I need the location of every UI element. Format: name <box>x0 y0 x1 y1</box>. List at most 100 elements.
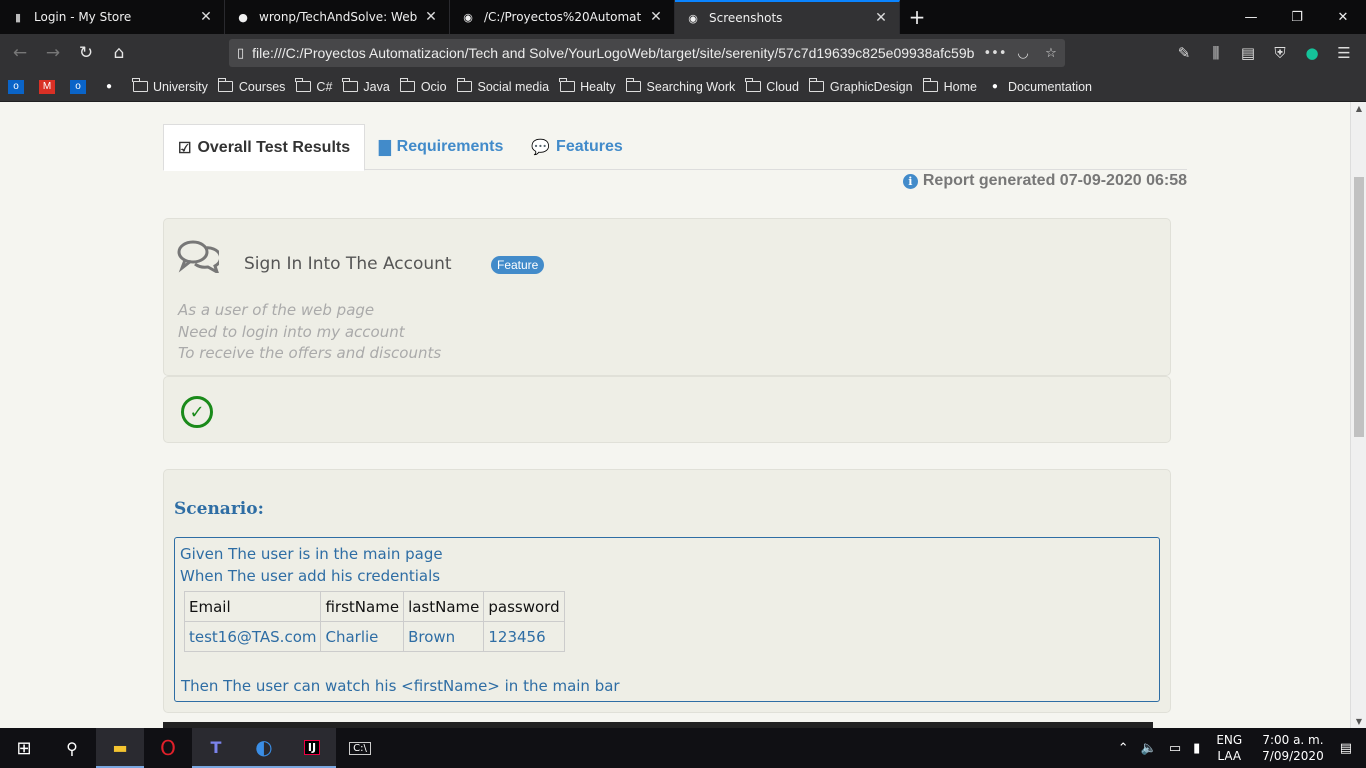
teams-button[interactable]: T <box>192 728 240 768</box>
pocket-icon[interactable]: ◡ <box>1009 46 1037 61</box>
clock[interactable]: 7:00 a. m. 7/09/2020 <box>1262 732 1324 764</box>
outlook-bookmark-2[interactable]: o <box>70 79 91 94</box>
close-window-icon[interactable]: ✕ <box>1320 0 1366 34</box>
search-button[interactable]: ⚲ <box>48 728 96 768</box>
network-icon[interactable]: ▭ <box>1169 741 1181 756</box>
extension-icon[interactable]: ⛨ <box>1264 38 1296 68</box>
new-tab-button[interactable]: + <box>900 0 934 34</box>
bookmark-folder-home[interactable]: Home <box>922 78 977 94</box>
report-generated-text: Report generated 07-09-2020 06:58 <box>922 172 1187 189</box>
arrow-right-icon: → <box>45 43 61 63</box>
chevron-up-icon[interactable]: ⌃ <box>1118 741 1129 756</box>
url-text[interactable]: file:///C:/Proyectos Automatizacion/Tech… <box>252 45 981 61</box>
close-icon[interactable]: ✕ <box>423 9 439 25</box>
close-icon[interactable]: ✕ <box>648 9 664 25</box>
outlook-bookmark[interactable]: o <box>8 79 29 94</box>
serenity-icon: ◉ <box>688 11 698 25</box>
library-icon[interactable]: ⫼ <box>1200 38 1232 68</box>
more-icon[interactable]: ••• <box>981 46 1009 61</box>
folder-icon <box>745 78 761 94</box>
bookmark-folder-java[interactable]: Java <box>342 78 390 94</box>
bookmark-documentation[interactable]: ● Documentation <box>987 80 1092 94</box>
browser-tab-github[interactable]: ● wronp/TechAndSolve: Web and ✕ <box>225 0 450 34</box>
forward-button[interactable]: → <box>37 37 69 69</box>
bookmark-folder-healty[interactable]: Healty <box>559 78 616 94</box>
volume-icon[interactable]: 🔈 <box>1141 741 1157 756</box>
documentation-icon: ● <box>991 81 998 92</box>
battery-icon[interactable]: ▮ <box>1193 741 1200 756</box>
tab-features[interactable]: 💬 Features <box>517 124 636 170</box>
feature-panel: Sign In Into The Account Feature As a us… <box>163 218 1171 376</box>
when-step: When The user add his credentials <box>180 567 441 585</box>
feature-title: Sign In Into The Account <box>244 254 452 274</box>
table-header-row: Email firstName lastName password <box>183 591 565 622</box>
language-indicator[interactable]: ENG LAA <box>1216 732 1242 764</box>
gmail-bookmark[interactable]: M <box>39 79 60 94</box>
restore-icon[interactable]: ❐ <box>1274 0 1320 34</box>
bookmark-folder-cloud[interactable]: Cloud <box>745 78 799 94</box>
feature-narrative: As a user of the web page Need to login … <box>178 300 441 365</box>
back-button[interactable]: ← <box>4 37 36 69</box>
folder-icon: ▬ <box>112 737 128 757</box>
bookmark-folder-csharp[interactable]: C# <box>295 78 333 94</box>
folder-icon <box>217 78 234 94</box>
comments-icon <box>177 239 223 281</box>
credentials-table: Email firstName lastName password test16… <box>183 591 565 652</box>
scrollbar-thumb[interactable] <box>1354 177 1364 437</box>
menu-icon[interactable]: ☰ <box>1328 38 1360 68</box>
terminal-button[interactable]: C:\ <box>336 728 384 768</box>
firefox-button[interactable]: ◐ <box>240 728 288 768</box>
bookmark-label: Courses <box>238 79 286 94</box>
table-cell: test16@TAS.com <box>183 621 322 652</box>
scroll-down-icon[interactable]: ▼ <box>1351 717 1366 726</box>
serenity-icon: ◉ <box>463 10 473 24</box>
browser-tab-screenshots[interactable]: ◉ Screenshots ✕ <box>675 0 900 34</box>
bookmark-star-icon[interactable]: ☆ <box>1037 46 1065 61</box>
table-header: Email <box>183 591 322 622</box>
clock-time: 7:00 a. m. <box>1262 733 1324 747</box>
bookmark-folder-ocio[interactable]: Ocio <box>399 78 447 94</box>
bookmark-folder-courses[interactable]: Courses <box>217 78 286 94</box>
folder-icon <box>922 78 939 94</box>
then-step: Then The user can watch his <firstName> … <box>181 677 620 695</box>
tab-requirements[interactable]: ▇ Requirements <box>365 124 517 170</box>
wrench-icon[interactable]: ✎ <box>1168 38 1200 68</box>
bookmark-folder-searching-work[interactable]: Searching Work <box>625 78 735 94</box>
start-button[interactable]: ⊞ <box>0 728 48 768</box>
notification-icon[interactable]: ▤ <box>1340 741 1352 756</box>
tab-overall-test-results[interactable]: ☑ Overall Test Results <box>163 124 366 171</box>
grammarly-icon[interactable]: ● <box>1296 38 1328 68</box>
narrative-line: As a user of the web page <box>178 301 375 319</box>
book-icon: ▇ <box>379 139 391 156</box>
close-icon[interactable]: ✕ <box>198 9 214 25</box>
windows-taskbar: ⊞ ⚲ ▬ O T ◐ IJ C:\ ⌃ 🔈 ▭ ▮ ENG LAA 7:00 … <box>0 728 1366 768</box>
bookmark-folder-university[interactable]: University <box>132 78 208 94</box>
tab-label: Login - My Store <box>34 10 132 24</box>
scenario-steps: Given The user is in the main page When … <box>174 537 1160 702</box>
clock-date: 7/09/2020 <box>1262 749 1324 763</box>
browser-tab-local-file[interactable]: ◉ /C:/Proyectos%20Automatizac ✕ <box>450 0 675 34</box>
url-bar[interactable]: ▯ file:///C:/Proyectos Automatizacion/Te… <box>229 39 1065 67</box>
close-icon[interactable]: ✕ <box>873 10 889 26</box>
opera-button[interactable]: O <box>144 728 192 768</box>
github-bookmark[interactable]: ● <box>101 80 122 94</box>
home-button[interactable]: ⌂ <box>103 37 135 69</box>
scroll-up-icon[interactable]: ▲ <box>1351 104 1366 113</box>
firefox-icon: ◐ <box>255 735 273 759</box>
intellij-button[interactable]: IJ <box>288 728 336 768</box>
lang-bottom: LAA <box>1217 749 1242 763</box>
page-scrollbar[interactable]: ▲ ▼ <box>1350 102 1366 728</box>
tab-label: wronp/TechAndSolve: Web and <box>259 10 417 24</box>
github-icon: ● <box>238 10 248 24</box>
browser-tab-login[interactable]: ▮ Login - My Store ✕ <box>0 0 225 34</box>
reload-button[interactable]: ↻ <box>70 37 102 69</box>
minimize-icon[interactable]: — <box>1228 0 1274 34</box>
bookmark-folder-graphicdesign[interactable]: GraphicDesign <box>808 78 913 94</box>
windows-icon: ⊞ <box>16 737 32 759</box>
bookmark-label: C# <box>316 79 333 94</box>
file-explorer-button[interactable]: ▬ <box>96 728 144 768</box>
bookmark-folder-social-media[interactable]: Social media <box>456 78 549 94</box>
sidebar-icon[interactable]: ▤ <box>1232 38 1264 68</box>
browser-tab-bar: ▮ Login - My Store ✕ ● wronp/TechAndSolv… <box>0 0 1366 34</box>
outlook-icon: o <box>70 79 86 94</box>
